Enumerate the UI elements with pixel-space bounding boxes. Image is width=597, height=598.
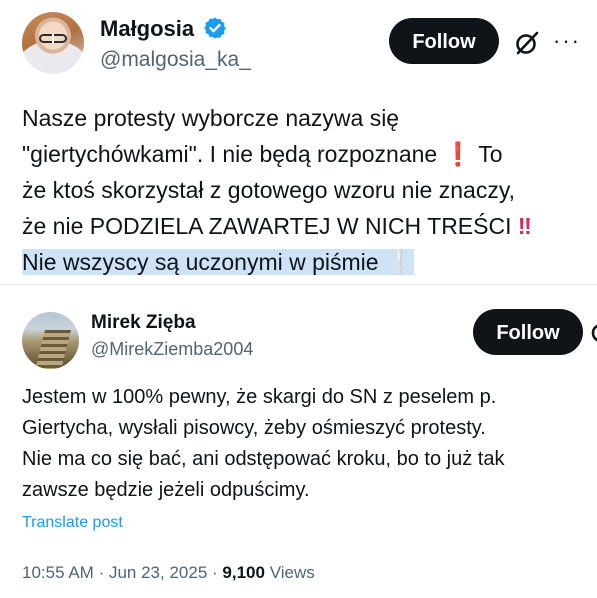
separator: · <box>212 563 218 582</box>
views-count: 9,100 <box>222 563 265 582</box>
grok-icon[interactable] <box>589 320 597 344</box>
translate-post-link[interactable]: Translate post <box>22 514 123 532</box>
post-text: Jestem w 100% pewny, że skargi do SN z p… <box>22 386 505 501</box>
views-label: Views <box>269 563 315 582</box>
follow-button[interactable]: Follow <box>473 309 583 355</box>
exclamation-emoji-icon: ❗ <box>443 141 473 167</box>
post-text-line: Nie wszyscy są uczonymi w piśmie ❕ <box>22 244 592 280</box>
grok-icon[interactable] <box>512 28 542 58</box>
post-date[interactable]: Jun 23, 2025 <box>109 563 207 582</box>
avatar-glasses <box>39 34 67 43</box>
post-1: Małgosia @malgosia_ka_ Follow ··· Nasze … <box>0 0 597 284</box>
double-exclamation-emoji-icon: ‼ <box>517 213 532 239</box>
author-avatar[interactable] <box>22 12 84 74</box>
post-text-segment: "giertychówkami". I nie będą rozpoznane <box>22 141 444 167</box>
post-time[interactable]: 10:55 AM <box>22 563 94 582</box>
post-text-segment: Nie wszyscy są uczonymi w piśmie <box>22 249 385 275</box>
post-text-line: "giertychówkami". I nie będą rozpoznane … <box>22 136 592 172</box>
highlighted-text: Nie wszyscy są uczonymi w piśmie ❕ <box>22 249 414 275</box>
post-text-segment: To <box>472 141 503 167</box>
avatar-stairs <box>35 330 71 369</box>
white-exclamation-emoji-icon: ❕ <box>384 249 414 275</box>
post-text-line: że ktoś skorzystał z gotowego wzoru nie … <box>22 177 516 203</box>
author-avatar[interactable] <box>22 312 79 369</box>
more-icon[interactable]: ··· <box>553 30 581 52</box>
verified-badge-icon <box>204 17 226 39</box>
follow-button[interactable]: Follow <box>389 18 499 64</box>
author-name[interactable]: Małgosia <box>100 16 194 42</box>
post-text-line: że nie PODZIELA ZAWARTEJ W NICH TREŚCI ‼ <box>22 208 592 244</box>
post-text-segment: że nie PODZIELA ZAWARTEJ W NICH TREŚCI <box>22 213 518 239</box>
author-handle[interactable]: @MirekZiemba2004 <box>91 339 253 360</box>
author-name[interactable]: Mirek Zięba <box>91 312 196 334</box>
author-handle[interactable]: @malgosia_ka_ <box>100 48 251 72</box>
post-text-line: Nasze protesty wyborcze nazywa się <box>22 105 400 131</box>
separator: · <box>98 563 105 582</box>
post-text: Nasze protesty wyborcze nazywa się "giert… <box>22 100 592 280</box>
post-metadata: 10:55 AM · Jun 23, 2025 · 9,100 Views <box>22 563 315 583</box>
